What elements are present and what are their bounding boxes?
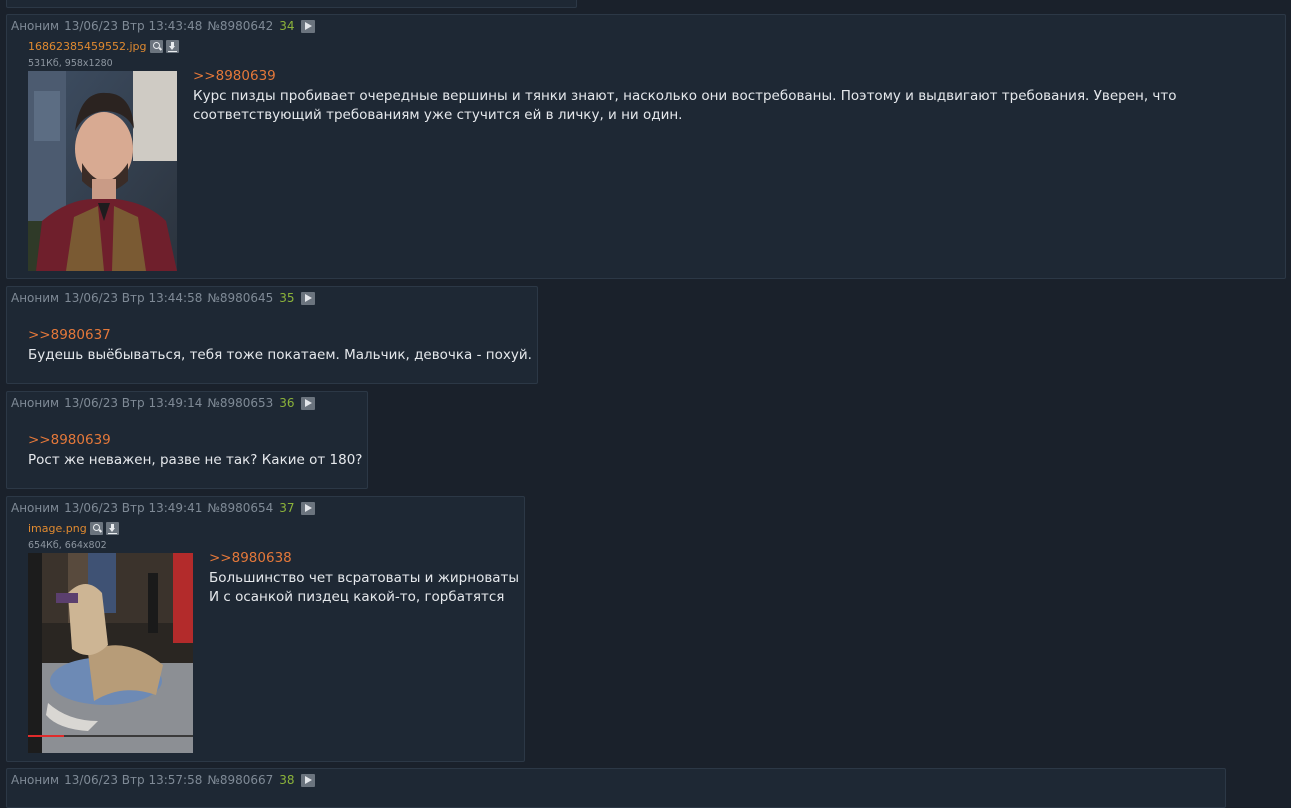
post-message: Курс пизды пробивает очередные вершины и… bbox=[193, 87, 1177, 125]
post-date: 13/06/23 Втр 13:43:48 bbox=[64, 19, 203, 33]
post-menu-icon[interactable] bbox=[300, 19, 315, 33]
post-count: 35 bbox=[279, 291, 295, 305]
reply-link[interactable]: >>8980637 bbox=[28, 327, 111, 343]
post-message: Большинство чет всратоваты и жирноваты И… bbox=[209, 569, 519, 607]
message-line: Будешь выёбываться, тебя тоже покатаем. … bbox=[28, 347, 532, 363]
post: Аноним 13/06/23 Втр 13:49:14 №8980653 36… bbox=[6, 391, 368, 489]
post-date: 13/06/23 Втр 13:57:58 bbox=[64, 773, 203, 787]
download-icon[interactable] bbox=[105, 522, 119, 535]
post-author: Аноним bbox=[11, 291, 60, 305]
post-author: Аноним bbox=[11, 773, 60, 787]
post-menu-icon[interactable] bbox=[300, 773, 315, 787]
post-author: Аноним bbox=[11, 396, 60, 410]
search-icon[interactable] bbox=[89, 522, 103, 535]
post-number[interactable]: №8980667 bbox=[207, 773, 273, 787]
post-author: Аноним bbox=[11, 19, 60, 33]
message-line: соответствующий требованиям уже стучится… bbox=[193, 107, 683, 123]
post-date: 13/06/23 Втр 13:49:14 bbox=[64, 396, 203, 410]
reply-link[interactable]: >>8980638 bbox=[209, 550, 292, 566]
post-number[interactable]: №8980642 bbox=[207, 19, 273, 33]
post-author: Аноним bbox=[11, 501, 60, 515]
file-meta: 531Кб, 958x1280 bbox=[28, 58, 113, 69]
post-header: Аноним 13/06/23 Втр 13:43:48 №8980642 34 bbox=[11, 19, 315, 33]
post-number[interactable]: №8980654 bbox=[207, 501, 273, 515]
message-line: Курс пизды пробивает очередные вершины и… bbox=[193, 88, 1177, 104]
post-number[interactable]: №8980645 bbox=[207, 291, 273, 305]
post-menu-icon[interactable] bbox=[300, 501, 315, 515]
post-message: Будешь выёбываться, тебя тоже покатаем. … bbox=[28, 346, 532, 365]
post-date: 13/06/23 Втр 13:44:58 bbox=[64, 291, 203, 305]
post-count: 34 bbox=[279, 19, 295, 33]
post-header: Аноним 13/06/23 Втр 13:44:58 №8980645 35 bbox=[11, 291, 315, 305]
post-menu-icon[interactable] bbox=[300, 291, 315, 305]
post: Аноним 13/06/23 Втр 13:49:41 №8980654 37… bbox=[6, 496, 525, 762]
post-count: 38 bbox=[279, 773, 295, 787]
post: Аноним 13/06/23 Втр 13:43:48 №8980642 34… bbox=[6, 14, 1286, 279]
message-line: Рост же неважен, разве не так? Какие от … bbox=[28, 452, 363, 468]
search-icon[interactable] bbox=[149, 40, 163, 53]
download-icon[interactable] bbox=[165, 40, 179, 53]
post: Аноним 13/06/23 Втр 13:57:58 №8980667 38 bbox=[6, 768, 1226, 808]
post-header: Аноним 13/06/23 Втр 13:49:41 №8980654 37 bbox=[11, 501, 315, 515]
post-header: Аноним 13/06/23 Втр 13:49:14 №8980653 36 bbox=[11, 396, 315, 410]
post-header: Аноним 13/06/23 Втр 13:57:58 №8980667 38 bbox=[11, 773, 315, 787]
post-thumbnail[interactable] bbox=[28, 553, 193, 753]
message-line: И с осанкой пиздец какой-то, горбатятся bbox=[209, 589, 505, 605]
post-number[interactable]: №8980653 bbox=[207, 396, 273, 410]
post-date: 13/06/23 Втр 13:49:41 bbox=[64, 501, 203, 515]
post-count: 37 bbox=[279, 501, 295, 515]
post-message: Рост же неважен, разве не так? Какие от … bbox=[28, 451, 362, 470]
post-menu-icon[interactable] bbox=[300, 396, 315, 410]
reply-link[interactable]: >>8980639 bbox=[28, 432, 111, 448]
post: Аноним 13/06/23 Втр 13:44:58 №8980645 35… bbox=[6, 286, 538, 384]
file-info: 16862385459552.jpg bbox=[28, 40, 179, 53]
post-thumbnail[interactable] bbox=[28, 71, 177, 271]
file-name-link[interactable]: image.png bbox=[28, 522, 87, 535]
message-line: Большинство чет всратоваты и жирноваты bbox=[209, 570, 520, 586]
file-meta: 654Кб, 664x802 bbox=[28, 540, 107, 551]
post-count: 36 bbox=[279, 396, 295, 410]
file-name-link[interactable]: 16862385459552.jpg bbox=[28, 40, 147, 53]
previous-post bbox=[6, 0, 577, 8]
file-info: image.png bbox=[28, 522, 119, 535]
reply-link[interactable]: >>8980639 bbox=[193, 68, 276, 84]
